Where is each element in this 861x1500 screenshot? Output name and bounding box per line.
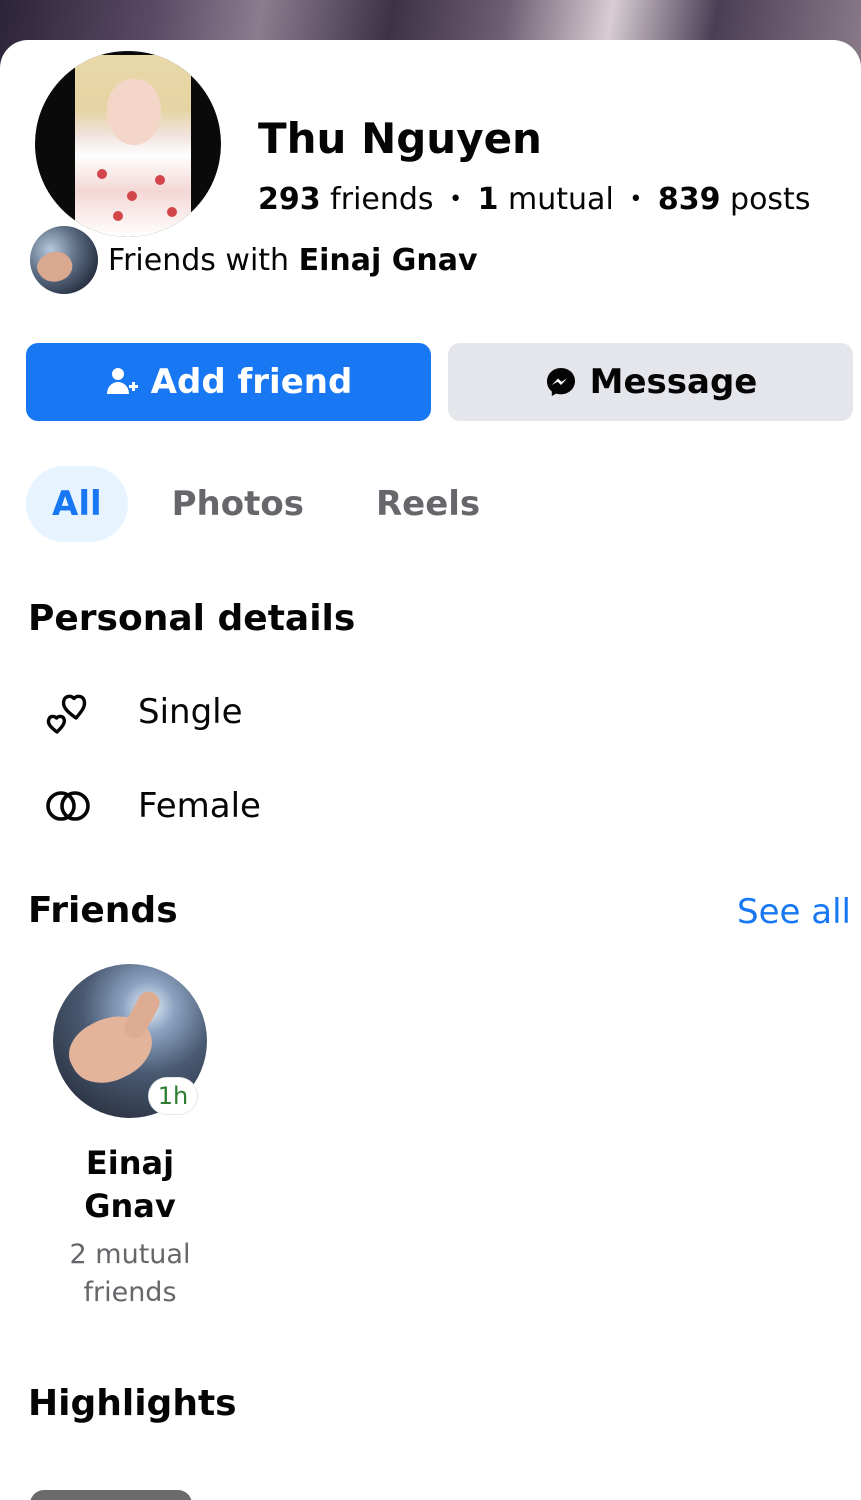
friend-mutual-count: 2 mutual friends — [40, 1236, 220, 1312]
tab-photos[interactable]: Photos — [146, 466, 330, 542]
profile-stats: 293 friends • 1 mutual • 839 posts — [258, 182, 810, 217]
detail-gender: Female — [40, 778, 261, 834]
gender-value: Female — [138, 786, 261, 826]
friend-card[interactable]: 1h Einaj Gnav 2 mutual friends — [40, 964, 220, 1312]
active-time-badge: 1h — [149, 1078, 197, 1114]
relationship-status: Single — [138, 692, 243, 732]
friend-avatar[interactable]: 1h — [53, 964, 207, 1118]
add-person-icon — [106, 368, 138, 394]
tab-reels[interactable]: Reels — [350, 466, 506, 542]
dress-pattern-dot — [113, 211, 123, 221]
dress-pattern-dot — [167, 207, 177, 217]
friends-count[interactable]: 293 — [258, 182, 321, 217]
friends-with-prefix: Friends with — [108, 242, 290, 278]
profile-tabs: All Photos Reels — [26, 466, 506, 542]
highlights-title: Highlights — [28, 1383, 237, 1424]
add-friend-button[interactable]: Add friend — [26, 343, 431, 421]
message-label: Message — [589, 362, 758, 402]
see-all-friends-link[interactable]: See all — [737, 892, 851, 932]
mutual-label[interactable]: mutual — [508, 182, 614, 217]
posts-count: 839 — [657, 182, 721, 217]
mutual-friend-photo-hand — [32, 245, 78, 289]
stats-separator: • — [449, 187, 463, 212]
profile-photo-face — [107, 79, 161, 145]
friends-section-title: Friends — [28, 890, 178, 931]
friends-with-text: Friends with Einaj Gnav — [108, 243, 478, 278]
friends-with-name[interactable]: Einaj Gnav — [299, 243, 478, 278]
friend-name-line1: Einaj — [85, 1144, 175, 1182]
friend-photo-finger — [120, 987, 164, 1043]
profile-name: Thu Nguyen — [258, 114, 542, 163]
stats-separator: • — [629, 187, 643, 212]
posts-label: posts — [730, 182, 811, 217]
profile-avatar[interactable] — [30, 46, 226, 242]
personal-details-title: Personal details — [28, 598, 356, 639]
friend-mutual-line1: 2 mutual — [69, 1239, 191, 1270]
gender-rings-icon — [40, 778, 96, 834]
tab-all[interactable]: All — [26, 466, 128, 542]
mutual-friend-avatar[interactable] — [30, 226, 98, 294]
add-friend-label: Add friend — [150, 362, 353, 402]
highlight-thumbnail[interactable] — [30, 1490, 192, 1500]
mutual-count[interactable]: 1 — [478, 182, 499, 217]
profile-picture — [35, 51, 221, 237]
detail-relationship: Single — [40, 684, 243, 740]
friends-with-row[interactable]: Friends with Einaj Gnav — [30, 226, 478, 294]
messenger-icon — [546, 368, 575, 396]
dress-pattern-dot — [127, 191, 137, 201]
hearts-icon — [40, 684, 96, 740]
friend-mutual-line2: friends — [83, 1277, 177, 1308]
friend-name[interactable]: Einaj Gnav — [40, 1142, 220, 1228]
dress-pattern-dot — [155, 175, 165, 185]
friends-label[interactable]: friends — [330, 182, 433, 217]
dress-pattern-dot — [97, 169, 107, 179]
message-button[interactable]: Message — [448, 343, 853, 421]
friend-name-line2: Gnav — [84, 1187, 176, 1225]
